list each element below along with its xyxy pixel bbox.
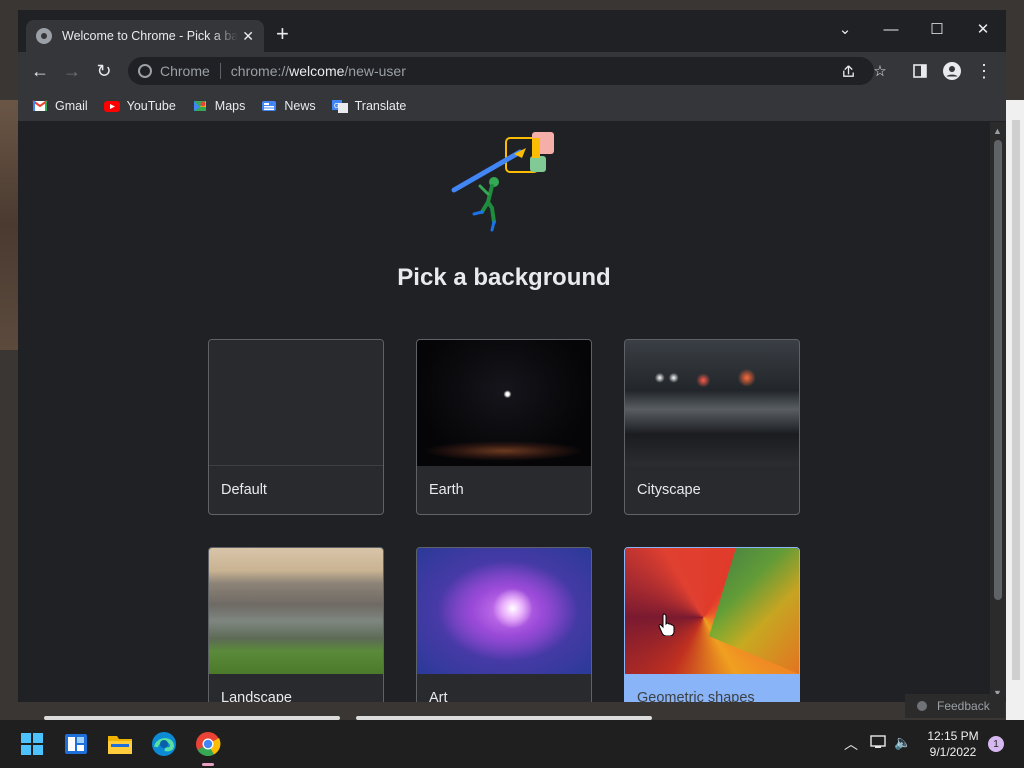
earth-thumbnail [417,340,591,466]
notification-badge[interactable]: 1 [988,736,1004,752]
chrome-icon [196,732,221,757]
bookmarks-bar: Gmail YouTube Maps News G Translate [18,90,1006,122]
new-tab-button[interactable]: + [276,22,289,46]
tab-title: Welcome to Chrome - Pick a background [62,29,238,43]
background-card-geometric-shapes[interactable]: Geometric shapes [624,547,800,702]
chrome-taskbar-button[interactable] [192,728,224,766]
clock[interactable]: 12:15 PM 9/1/2022 [922,728,984,760]
paintbrush-illustration [451,132,554,232]
art-thumbnail [417,548,591,674]
show-hidden-icons-chevron-icon[interactable]: ︿ [844,734,858,754]
background-window-right [1006,100,1024,720]
hand-cursor-icon [658,613,675,636]
bookmark-label: Gmail [55,98,88,113]
default-thumbnail [209,340,383,466]
geometric-shapes-thumbnail [625,548,799,674]
background-card-cityscape[interactable]: Cityscape [624,339,800,515]
chrome-icon [138,64,152,78]
title-bar: Welcome to Chrome - Pick a background ✕ … [18,10,1006,52]
widgets-button[interactable] [60,728,92,760]
scroll-up-arrow-icon[interactable]: ▲ [993,126,1002,136]
tab-search-button[interactable]: ⌄ [822,14,868,44]
news-icon [261,99,277,113]
edge-icon [152,732,176,756]
url-text: chrome://welcome/new-user [231,63,406,79]
folder-icon [108,736,132,754]
reload-button[interactable]: ↻ [90,58,118,84]
bookmark-label: Translate [354,98,407,113]
share-icon[interactable] [836,59,860,83]
bookmark-star-icon[interactable]: ☆ [868,59,892,83]
cityscape-thumbnail [625,340,799,466]
bookmark-label: YouTube [126,98,176,113]
card-label: Earth [429,482,464,498]
card-label: Cityscape [637,482,701,498]
card-label: Geometric shapes [637,690,755,702]
back-button[interactable]: ← [26,58,54,84]
background-card-default[interactable]: Default [208,339,384,515]
site-chip: Chrome [160,63,210,79]
url-host: welcome [289,63,345,79]
profile-icon[interactable] [938,58,966,84]
card-label: Default [221,482,267,498]
chrome-window: Welcome to Chrome - Pick a background ✕ … [18,10,1006,702]
maximize-button[interactable]: ☐ [914,14,960,44]
translate-icon: G [331,99,348,113]
page-content: Pick a background Default Earth Cityscap… [18,122,990,702]
omnibox-separator [219,63,221,79]
bookmark-label: Maps [214,98,246,113]
url-path: /new-user [344,63,406,79]
url-prefix: chrome:// [230,63,290,79]
bookmark-maps[interactable]: Maps [192,98,246,113]
bookmark-news[interactable]: News [261,98,316,113]
minimize-button[interactable]: — [868,14,914,44]
clock-time: 12:15 PM [927,729,979,743]
youtube-icon [103,99,120,113]
background-card-earth[interactable]: Earth [416,339,592,515]
bookmark-label: News [284,98,316,113]
taskbar: ︿ 🔈 12:15 PM 9/1/2022 1 [0,720,1024,768]
globe-icon [36,28,52,44]
bookmark-youtube[interactable]: YouTube [103,98,176,113]
desktop-wallpaper-left [0,100,18,350]
feedback-icon [917,701,927,711]
address-bar[interactable]: Chrome chrome://welcome/new-user ☆ [128,57,887,85]
menu-icon[interactable]: ⋮ [970,58,998,84]
windows-icon [21,733,43,755]
svg-text:G: G [334,103,339,110]
feedback-label: Feedback [937,699,990,713]
close-window-button[interactable]: ✕ [960,14,1006,44]
background-card-art[interactable]: Art [416,547,592,702]
bookmark-gmail[interactable]: Gmail [32,99,88,113]
gmail-icon [32,99,48,113]
card-label: Landscape [221,690,292,702]
start-button[interactable] [16,728,48,760]
file-explorer-button[interactable] [104,728,136,760]
toolbar: ← → ↻ Chrome chrome://welcome/new-user ☆… [18,52,1006,90]
bookmark-translate[interactable]: G Translate [331,98,407,113]
card-label: Art [429,690,448,702]
background-card-landscape[interactable]: Landscape [208,547,384,702]
scrollbar-thumb[interactable] [994,140,1002,600]
forward-button[interactable]: → [58,58,86,84]
active-tab[interactable]: Welcome to Chrome - Pick a background ✕ [26,20,264,52]
side-panel-icon[interactable] [906,58,934,84]
page-title: Pick a background [397,264,611,291]
background-scrollbar [1012,120,1020,680]
maps-icon [192,99,208,113]
network-icon[interactable] [870,734,888,753]
volume-icon[interactable]: 🔈 [894,734,911,751]
clock-date: 9/1/2022 [929,745,977,759]
landscape-thumbnail [209,548,383,674]
tab-close-icon[interactable]: ✕ [242,28,254,45]
feedback-button[interactable]: Feedback [905,694,1005,718]
edge-button[interactable] [148,728,180,760]
widgets-icon [65,734,87,754]
page-scrollbar[interactable]: ▲ ▼ [990,122,1006,702]
